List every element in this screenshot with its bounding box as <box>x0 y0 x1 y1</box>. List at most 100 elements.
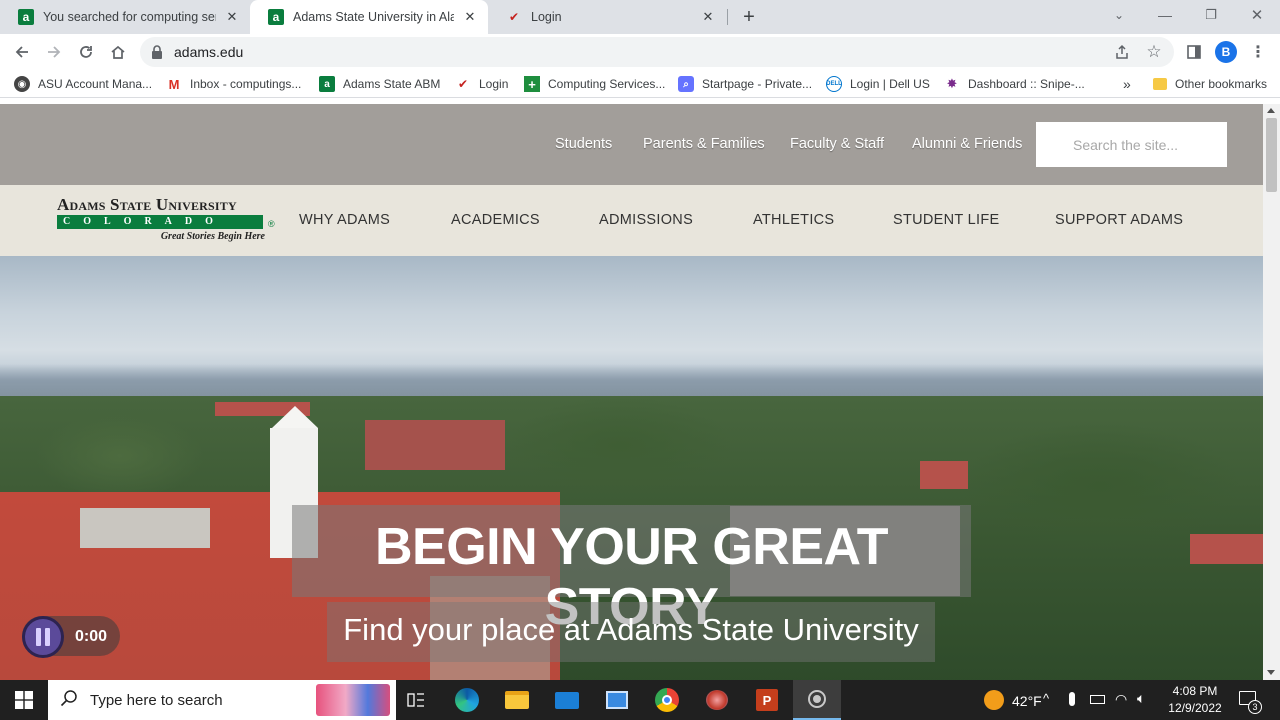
main-navigation: Adams State University COLORADO ® Great … <box>0 185 1263 256</box>
link-faculty-staff[interactable]: Faculty & Staff <box>790 136 884 152</box>
nav-support-adams[interactable]: SUPPORT ADAMS <box>1055 212 1183 228</box>
pause-button[interactable] <box>22 616 64 658</box>
bookmark-label: Inbox - computings... <box>190 77 302 91</box>
hero-banner: BEGIN YOUR GREAT STORY Find your place a… <box>0 256 1263 680</box>
close-tab-icon[interactable]: ✕ <box>700 9 716 25</box>
browser-toolbar: adams.edu ☆ B ⋮ <box>0 34 1280 70</box>
pause-icon <box>36 628 41 646</box>
tab-strip: a You searched for computing serv ✕ a Ad… <box>0 0 1280 34</box>
weather-temperature[interactable]: 42°F <box>1012 693 1042 709</box>
tab-title: You searched for computing serv <box>43 10 216 24</box>
bookmark-star-icon[interactable]: ☆ <box>1144 42 1164 62</box>
bookmark-asu-account[interactable]: ◉ ASU Account Mana... <box>14 75 152 93</box>
startpage-icon: ⌕ <box>678 76 694 92</box>
bookmark-computing-services[interactable]: + Computing Services... <box>524 75 665 93</box>
bookmark-dell[interactable]: DELL Login | Dell US <box>826 75 930 93</box>
bookmark-inbox[interactable]: M Inbox - computings... <box>166 75 302 93</box>
remote-desktop-icon[interactable] <box>601 684 633 716</box>
logo-colorado-band: COLORADO <box>57 215 263 229</box>
powerpoint-icon[interactable]: P <box>751 684 783 716</box>
search-highlight-icon <box>316 684 390 716</box>
hero-subline: Find your place at Adams State Universit… <box>343 612 919 647</box>
clock-date[interactable]: 12/9/2022 <box>1160 701 1230 715</box>
scroll-down-icon[interactable] <box>1267 670 1275 675</box>
side-panel-icon[interactable] <box>1180 38 1208 66</box>
task-view-icon[interactable] <box>400 684 432 716</box>
mail-icon[interactable] <box>551 684 583 716</box>
menu-kebab-icon[interactable]: ⋮ <box>1244 38 1272 66</box>
file-explorer-icon[interactable] <box>501 684 533 716</box>
close-tab-icon[interactable]: ✕ <box>224 9 240 25</box>
nav-admissions[interactable]: ADMISSIONS <box>599 212 693 228</box>
bookmark-startpage[interactable]: ⌕ Startpage - Private... <box>678 75 812 93</box>
adams-state-logo[interactable]: Adams State University COLORADO ® Great … <box>57 195 279 245</box>
bookmark-label: Dashboard :: Snipe-... <box>968 77 1085 91</box>
tab-separator <box>727 9 728 25</box>
bell-tower-roof <box>272 406 318 428</box>
restore-icon[interactable]: ❐ <box>1188 0 1234 30</box>
nav-why-adams[interactable]: WHY ADAMS <box>299 212 390 228</box>
bookmark-login[interactable]: ✔ Login <box>455 75 508 93</box>
windows-start-icon[interactable] <box>0 680 48 720</box>
profile-avatar[interactable]: B <box>1212 38 1240 66</box>
link-parents-families[interactable]: Parents & Families <box>643 136 765 152</box>
chrome-icon[interactable] <box>651 684 683 716</box>
logo-university-name: Adams State University <box>57 195 237 214</box>
bookmark-snipe-it[interactable]: ✸ Dashboard :: Snipe-... <box>944 75 1085 93</box>
green-plus-icon: + <box>524 76 540 92</box>
campus-building <box>80 508 210 548</box>
nav-academics[interactable]: ACADEMICS <box>451 212 540 228</box>
web-page: Students Parents & Families Faculty & St… <box>0 104 1263 680</box>
bookmark-adams-abm[interactable]: a Adams State ABM <box>319 75 440 93</box>
tray-overflow-icon[interactable]: ^ <box>1043 691 1049 706</box>
profile-initial: B <box>1215 41 1237 63</box>
snipping-tool-icon[interactable] <box>701 684 733 716</box>
url-text[interactable]: adams.edu <box>174 44 243 60</box>
bookmarks-bar: ◉ ASU Account Mana... M Inbox - computin… <box>0 70 1280 98</box>
new-tab-icon[interactable]: + <box>737 5 761 29</box>
active-app-highlight[interactable] <box>793 680 841 720</box>
reload-icon[interactable] <box>72 38 100 66</box>
close-tab-icon[interactable]: ✕ <box>462 9 478 25</box>
taskbar-search-box[interactable]: Type here to search <box>48 680 396 720</box>
checkmark-icon: ✔ <box>457 77 469 91</box>
search-icon <box>60 689 78 712</box>
bookmark-other[interactable]: Other bookmarks <box>1153 75 1267 93</box>
tab-login[interactable]: ✔ Login ✕ <box>488 0 726 34</box>
address-bar[interactable]: adams.edu ☆ <box>140 37 1174 67</box>
weather-icon[interactable] <box>984 690 1004 710</box>
registered-mark-icon: ® <box>268 219 275 229</box>
forward-icon[interactable] <box>40 38 68 66</box>
link-alumni-friends[interactable]: Alumni & Friends <box>912 136 1022 152</box>
tab-title: Login <box>531 10 562 24</box>
volume-icon[interactable]: 🔈︎ <box>1137 690 1145 707</box>
site-search-input[interactable] <box>1036 122 1227 167</box>
scroll-thumb[interactable] <box>1266 118 1277 192</box>
share-icon[interactable] <box>1112 42 1132 62</box>
adams-a-icon: a <box>268 9 284 25</box>
home-icon[interactable] <box>104 38 132 66</box>
close-window-icon[interactable]: ✕ <box>1234 0 1280 30</box>
logo-tagline: Great Stories Begin Here <box>160 231 265 242</box>
link-students[interactable]: Students <box>555 136 612 152</box>
utility-bar: Students Parents & Families Faculty & St… <box>0 104 1263 185</box>
battery-icon[interactable] <box>1090 695 1105 704</box>
tab-search-icon[interactable]: ⌄ <box>1096 0 1142 30</box>
edge-icon[interactable] <box>451 684 483 716</box>
minimize-icon[interactable]: — <box>1142 0 1188 30</box>
nav-athletics[interactable]: ATHLETICS <box>753 212 834 228</box>
tab-adams-state[interactable]: a Adams State University in Alamo ✕ <box>250 0 488 34</box>
bookmark-label: ASU Account Mana... <box>38 77 153 91</box>
microphone-icon[interactable] <box>1069 692 1075 706</box>
page-scrollbar[interactable] <box>1263 104 1280 680</box>
bookmark-label: Login <box>479 77 509 91</box>
lock-icon[interactable] <box>151 45 163 64</box>
nav-student-life[interactable]: STUDENT LIFE <box>893 212 999 228</box>
tab-search-results[interactable]: a You searched for computing serv ✕ <box>0 0 250 34</box>
back-icon[interactable] <box>8 38 36 66</box>
clock-time[interactable]: 4:08 PM <box>1160 684 1230 698</box>
scroll-up-icon[interactable] <box>1267 108 1275 113</box>
wifi-icon[interactable]: ◠ <box>1115 691 1127 708</box>
pause-icon <box>45 628 50 646</box>
more-bookmarks-button[interactable]: » <box>1123 75 1131 93</box>
